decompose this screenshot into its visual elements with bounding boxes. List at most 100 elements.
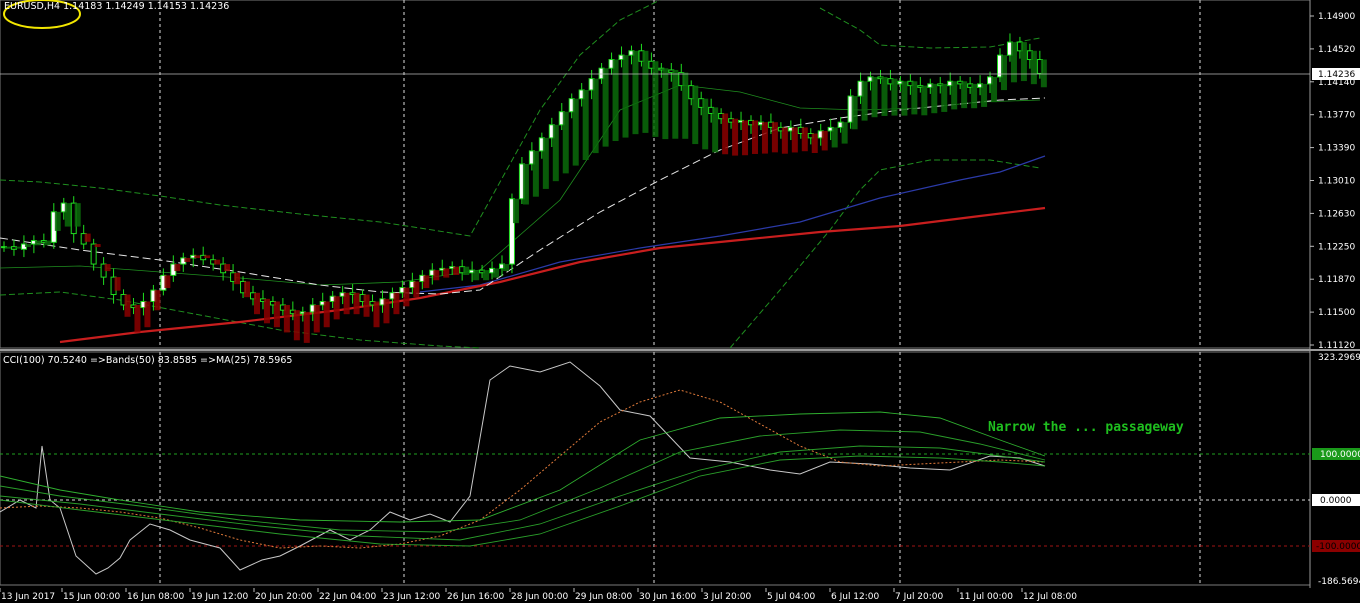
candle [927,78,938,114]
candle [987,71,998,103]
candle [947,72,958,110]
candle [698,91,709,150]
candle [937,76,948,112]
chart-legend-symbol: EURUSD,H4 1.14183 1.14249 1.14153 1.1423… [4,1,229,12]
price-axis-label: 1.14900 [1318,12,1355,22]
candle [469,261,480,282]
candle [708,98,719,153]
candle [279,298,290,333]
price-axis-label: 1.13010 [1318,177,1355,187]
price-axis-label: 1.13390 [1318,144,1355,154]
candle [309,298,320,333]
candle [499,255,509,277]
candle [120,289,131,317]
candle [508,193,519,274]
candle [299,306,310,343]
candle [140,292,151,328]
candle [817,123,828,151]
ind-axis-top: 323.2969 [1318,353,1360,363]
candle [100,257,111,285]
time-axis-label: 12 Jul 08:00 [1023,592,1077,602]
candle [518,157,529,205]
candle [230,264,241,291]
candle [658,63,669,140]
candle [90,238,101,271]
candle [917,76,928,116]
candle [867,71,878,118]
svg-text:0.0000: 0.0000 [1320,496,1352,506]
main-panel-frame [0,0,1311,349]
candle [369,294,380,328]
candle [489,261,500,280]
candle [957,76,968,109]
candle [748,115,758,154]
candle [548,117,559,182]
candle [180,252,191,272]
candle [538,132,549,189]
candle [897,76,908,116]
level-plus-tag: 100.0000 [1312,448,1360,460]
price-axis-label: 1.11870 [1318,275,1355,285]
svg-text:100.0000: 100.0000 [1320,450,1360,460]
candle [608,52,619,142]
candle [250,285,260,315]
candle [827,118,838,148]
candle [1026,43,1037,85]
candle [728,111,739,156]
candle [399,280,410,307]
time-axis-label: 16 Jun 08:00 [127,592,184,602]
candle [150,284,161,311]
price-axis-label: 1.12250 [1318,242,1355,252]
candle [20,235,31,258]
time-axis-label: 13 Jun 2017 [1,592,55,602]
candle [30,235,41,254]
candle [240,276,251,298]
candle [289,301,300,341]
indicator-levels [0,453,1310,547]
candle [598,63,609,147]
price-axis-label: 1.14520 [1318,45,1355,55]
svg-text:1.14236: 1.14236 [1318,70,1355,80]
level-zero-tag: 0.0000 [1312,494,1360,506]
candle [628,45,639,135]
annotation-text: Narrow the ... passageway [988,420,1184,435]
candle [80,224,91,250]
ind-axis-bottom: -186.5694 [1318,577,1360,587]
candle [757,115,768,154]
candle [479,264,490,281]
price-chart[interactable] [0,0,1047,349]
candle [638,43,649,133]
candle [389,287,400,315]
candle [1036,50,1047,88]
chart-canvas[interactable]: EURUSD,H4 1.14183 1.14249 1.14153 1.1423… [0,0,1360,603]
candle [459,259,470,281]
time-axis-label: 6 Jul 12:00 [831,592,880,602]
candle [558,103,569,174]
candle [618,46,629,138]
candle [1016,36,1027,82]
indicator-panel-frame [0,351,1311,586]
candle [200,246,211,265]
candle [70,196,81,243]
candle [429,263,440,285]
candle [678,63,689,139]
cci-chart[interactable] [0,361,1046,575]
candle [269,296,280,328]
candle [419,270,430,290]
time-axis-label: 15 Jun 00:00 [63,592,120,602]
candle [767,113,778,153]
price-axis-label: 1.12630 [1318,209,1355,219]
candle [847,89,858,130]
time-axis[interactable]: 13 Jun 2017 15 Jun 00:00 16 Jun 08:00 19 Ju… [0,588,1077,602]
candle [110,268,121,304]
price-axis-label: 1.13770 [1318,111,1355,121]
time-axis-label: 30 Jun 16:00 [639,592,696,602]
candle [738,111,749,156]
candle [967,76,978,109]
candle [1006,33,1017,83]
price-axis[interactable]: 1.149001.145201.141401.137701.133901.130… [1310,12,1355,351]
candle [807,128,818,153]
time-axis-label: 3 Jul 20:00 [703,592,752,602]
indicator-legend: CCI(100) 70.5240 =>Bands(50) 83.8585 =>M… [3,355,292,366]
time-axis-label: 22 Jun 04:00 [319,592,376,602]
